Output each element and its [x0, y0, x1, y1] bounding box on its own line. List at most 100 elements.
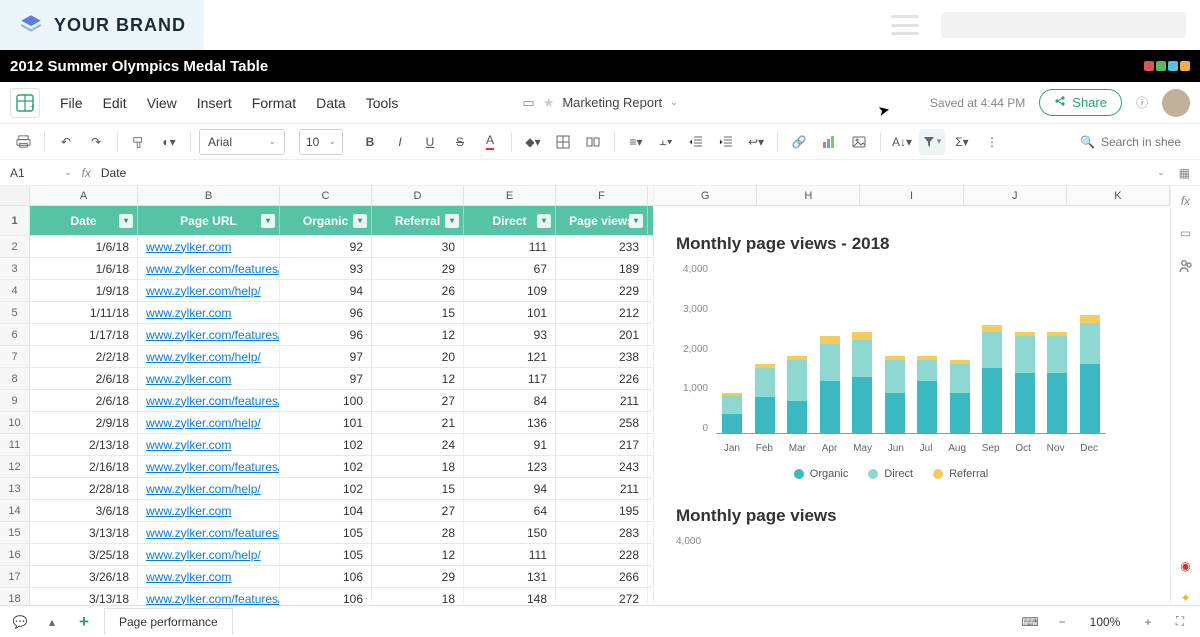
- cell-date[interactable]: 3/26/18: [30, 566, 138, 587]
- cell-organic[interactable]: 97: [280, 346, 372, 367]
- cell-referral[interactable]: 18: [372, 456, 464, 477]
- table-row[interactable]: 163/25/18www.zylker.com/help/10512111228: [0, 544, 653, 566]
- cell-referral[interactable]: 12: [372, 368, 464, 389]
- zoom-in-button[interactable]: +: [1136, 610, 1160, 634]
- table-row[interactable]: 92/6/18www.zylker.com/features/100278421…: [0, 390, 653, 412]
- row-number[interactable]: 1: [0, 206, 30, 235]
- cell-date[interactable]: 2/9/18: [30, 412, 138, 433]
- share-button[interactable]: Share: [1039, 89, 1122, 116]
- cell-date[interactable]: 3/13/18: [30, 522, 138, 543]
- cell-date[interactable]: 3/6/18: [30, 500, 138, 521]
- collab-panel-icon[interactable]: [1178, 258, 1194, 277]
- underline-button[interactable]: U: [417, 129, 443, 155]
- bold-button[interactable]: B: [357, 129, 383, 155]
- cell-url[interactable]: www.zylker.com: [138, 434, 280, 455]
- cell-organic[interactable]: 104: [280, 500, 372, 521]
- cell-date[interactable]: 1/6/18: [30, 258, 138, 279]
- menu-view[interactable]: View: [137, 89, 187, 117]
- menu-edit[interactable]: Edit: [93, 89, 137, 117]
- cell-url[interactable]: www.zylker.com: [138, 566, 280, 587]
- cell-organic[interactable]: 93: [280, 258, 372, 279]
- font-color-button[interactable]: A: [477, 129, 503, 155]
- cell-referral[interactable]: 30: [372, 236, 464, 257]
- cell-url[interactable]: www.zylker.com/help/: [138, 346, 280, 367]
- col-letter[interactable]: J: [964, 186, 1067, 205]
- table-row[interactable]: 173/26/18www.zylker.com10629131266: [0, 566, 653, 588]
- cell-views[interactable]: 266: [556, 566, 648, 587]
- format-painter-button[interactable]: [126, 129, 152, 155]
- cell-direct[interactable]: 121: [464, 346, 556, 367]
- cell-url[interactable]: www.zylker.com: [138, 500, 280, 521]
- fill-color-button[interactable]: ◆▾: [520, 129, 546, 155]
- cell-direct[interactable]: 93: [464, 324, 556, 345]
- select-all-cell[interactable]: [0, 186, 30, 205]
- undo-button[interactable]: ↶: [53, 129, 79, 155]
- v-align-button[interactable]: ⫠▾: [653, 129, 679, 155]
- cell-direct[interactable]: 91: [464, 434, 556, 455]
- cell-views[interactable]: 195: [556, 500, 648, 521]
- filter-toggle[interactable]: ▾: [537, 214, 551, 228]
- h-align-button[interactable]: ≡▾: [623, 129, 649, 155]
- table-row[interactable]: 102/9/18www.zylker.com/help/10121136258: [0, 412, 653, 434]
- col-letter[interactable]: G: [654, 186, 757, 205]
- spreadsheet-grid[interactable]: A B C D E F 1 Date▾ Page URL▾ Organic▾ R…: [0, 186, 654, 605]
- cell-organic[interactable]: 105: [280, 522, 372, 543]
- cell-direct[interactable]: 148: [464, 588, 556, 605]
- row-number[interactable]: 9: [0, 390, 30, 411]
- expand-formula-icon[interactable]: ⌄: [1157, 167, 1165, 178]
- cell-date[interactable]: 2/6/18: [30, 390, 138, 411]
- insert-image-button[interactable]: [846, 129, 872, 155]
- print-button[interactable]: [10, 129, 36, 155]
- cell-reference-input[interactable]: [10, 166, 54, 180]
- add-sheet-button[interactable]: +: [72, 610, 96, 634]
- record-toggle-icon[interactable]: ◉: [1180, 559, 1190, 573]
- cell-views[interactable]: 258: [556, 412, 648, 433]
- col-letter[interactable]: B: [138, 186, 280, 205]
- cell-views[interactable]: 226: [556, 368, 648, 389]
- row-number[interactable]: 6: [0, 324, 30, 345]
- sheet-search[interactable]: 🔍: [1080, 135, 1190, 149]
- cell-organic[interactable]: 96: [280, 302, 372, 323]
- col-letter[interactable]: A: [30, 186, 138, 205]
- table-row[interactable]: 61/17/18www.zylker.com/features/96129320…: [0, 324, 653, 346]
- chart-1[interactable]: 4,0003,0002,0001,0000 JanFebMarAprMayJun…: [676, 264, 1106, 464]
- row-number[interactable]: 17: [0, 566, 30, 587]
- row-number[interactable]: 2: [0, 236, 30, 257]
- strikethrough-button[interactable]: S: [447, 129, 473, 155]
- col-letter[interactable]: E: [464, 186, 556, 205]
- table-row[interactable]: 122/16/18www.zylker.com/features/1021812…: [0, 456, 653, 478]
- clear-format-button[interactable]: ◐▾: [156, 129, 182, 155]
- cell-organic[interactable]: 105: [280, 544, 372, 565]
- cell-direct[interactable]: 111: [464, 544, 556, 565]
- cell-url[interactable]: www.zylker.com/features/: [138, 324, 280, 345]
- row-number[interactable]: 5: [0, 302, 30, 323]
- cell-referral[interactable]: 12: [372, 324, 464, 345]
- cell-referral[interactable]: 20: [372, 346, 464, 367]
- table-row[interactable]: 31/6/18www.zylker.com/features/932967189: [0, 258, 653, 280]
- cell-direct[interactable]: 94: [464, 478, 556, 499]
- cell-views[interactable]: 229: [556, 280, 648, 301]
- sheet-tab[interactable]: Page performance: [104, 608, 233, 635]
- cell-direct[interactable]: 101: [464, 302, 556, 323]
- functions-button[interactable]: Σ▾: [949, 129, 975, 155]
- cell-date[interactable]: 1/6/18: [30, 236, 138, 257]
- cell-referral[interactable]: 21: [372, 412, 464, 433]
- filter-toggle[interactable]: ▾: [119, 214, 133, 228]
- formula-value[interactable]: Date: [101, 166, 1147, 180]
- cell-url[interactable]: www.zylker.com/features/: [138, 390, 280, 411]
- table-row[interactable]: 132/28/18www.zylker.com/help/1021594211: [0, 478, 653, 500]
- cell-direct[interactable]: 136: [464, 412, 556, 433]
- table-row[interactable]: 51/11/18www.zylker.com9615101212: [0, 302, 653, 324]
- cell-organic[interactable]: 102: [280, 478, 372, 499]
- row-number[interactable]: 10: [0, 412, 30, 433]
- col-letter[interactable]: H: [757, 186, 860, 205]
- cell-organic[interactable]: 106: [280, 588, 372, 605]
- range-panel-icon[interactable]: ▭: [1180, 226, 1191, 240]
- cell-views[interactable]: 212: [556, 302, 648, 323]
- prev-sheet-button[interactable]: ▴: [40, 610, 64, 634]
- cell-direct[interactable]: 117: [464, 368, 556, 389]
- avatar[interactable]: [1162, 89, 1190, 117]
- cell-referral[interactable]: 15: [372, 478, 464, 499]
- row-number[interactable]: 14: [0, 500, 30, 521]
- col-letter[interactable]: F: [556, 186, 648, 205]
